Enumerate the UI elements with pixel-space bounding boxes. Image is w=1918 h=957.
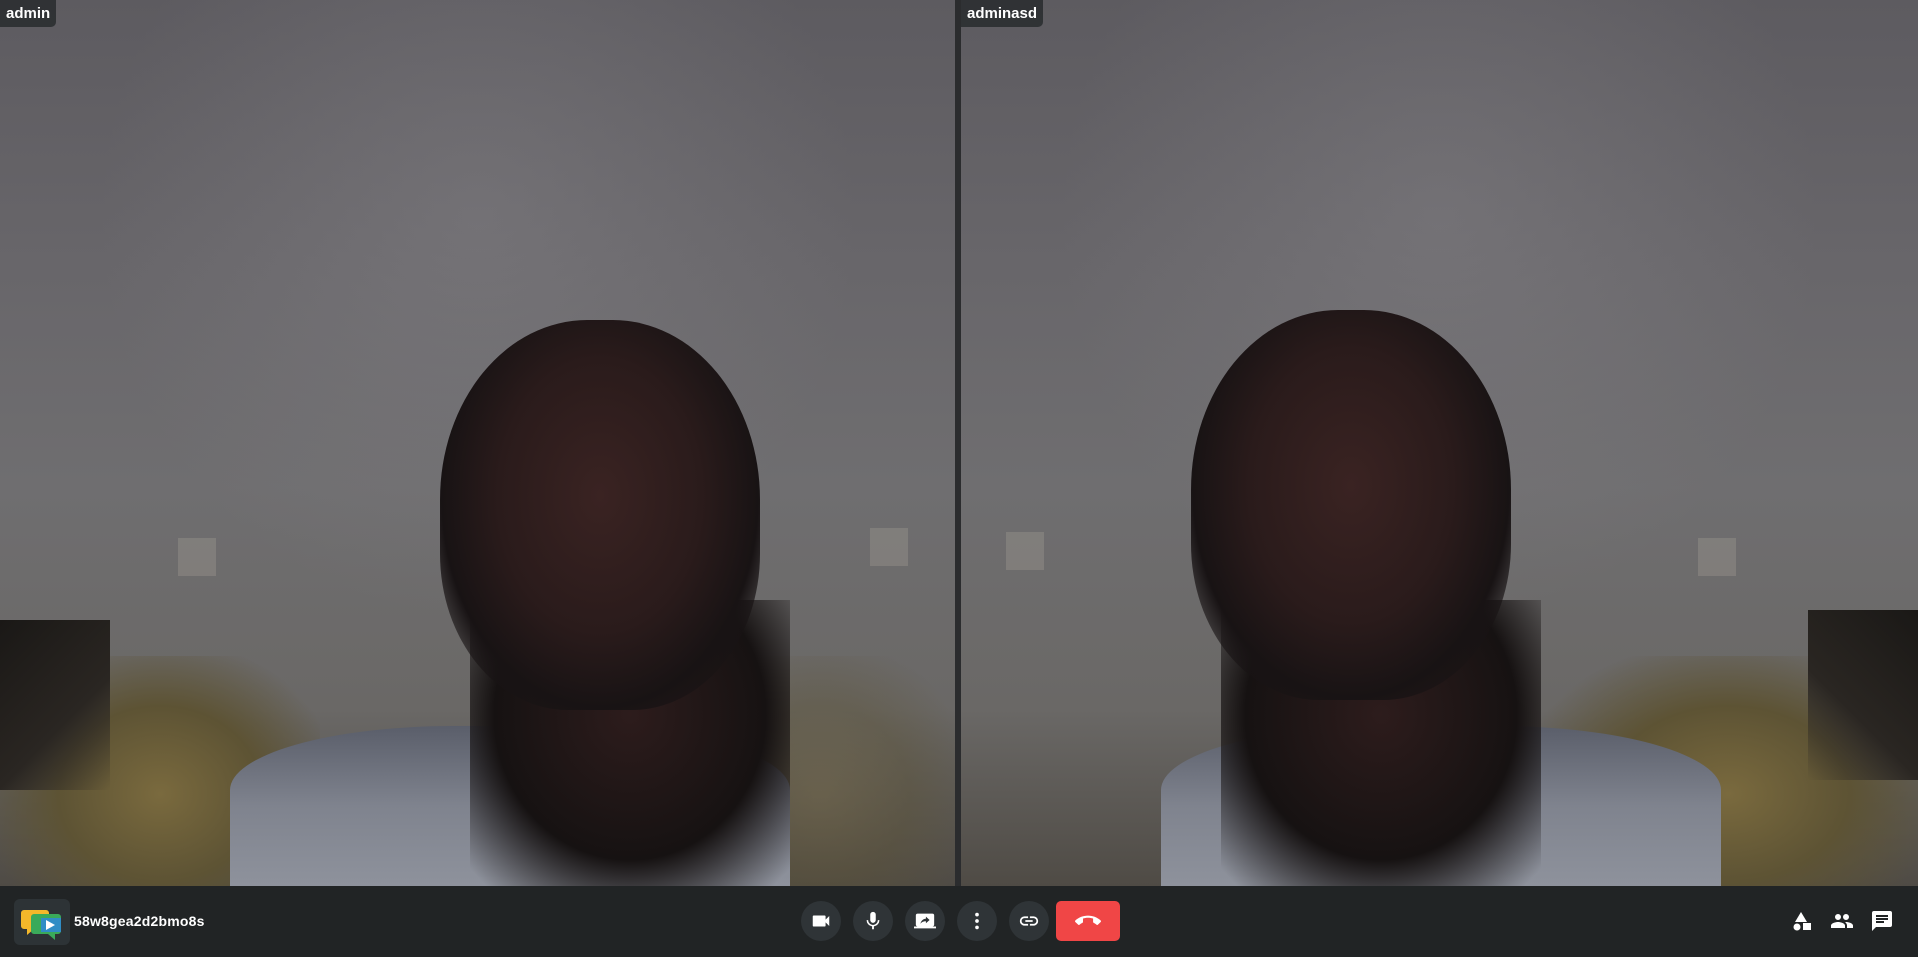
meeting-toolbar: 58w8gea2d2bmo8s — [0, 886, 1918, 957]
video-background — [1808, 610, 1918, 780]
video-background — [870, 528, 908, 566]
toggle-microphone-button[interactable] — [853, 901, 893, 941]
microphone-icon — [866, 911, 880, 930]
participant-video-adminasd[interactable]: adminasd — [961, 0, 1918, 886]
video-background — [1698, 538, 1736, 576]
video-background — [0, 620, 110, 790]
participants-icon — [1831, 914, 1853, 928]
whiteboard-button[interactable] — [1785, 904, 1819, 938]
screen-share-icon — [914, 913, 936, 929]
end-call-button[interactable] — [1056, 901, 1120, 941]
invite-link-icon — [1019, 916, 1039, 926]
video-grid: admin adminasd — [0, 0, 1918, 886]
participant-name-tag: adminasd — [961, 0, 1044, 27]
more-options-button[interactable] — [957, 901, 997, 941]
copy-invite-link-button[interactable] — [1009, 901, 1049, 941]
video-background — [178, 538, 216, 576]
video-background — [1191, 310, 1511, 700]
participants-button[interactable] — [1825, 904, 1859, 938]
chat-icon — [1872, 911, 1892, 931]
toggle-camera-button[interactable] — [801, 901, 841, 941]
video-background — [1006, 532, 1044, 570]
meeting-id: 58w8gea2d2bmo8s — [74, 913, 205, 929]
participant-name-tag: admin — [0, 0, 57, 27]
video-background — [440, 320, 760, 710]
participant-video-admin[interactable]: admin — [0, 0, 955, 886]
chat-button[interactable] — [1865, 904, 1899, 938]
app-logo-icon — [14, 899, 70, 945]
whiteboard-shapes-icon — [1793, 912, 1811, 931]
screen-share-button[interactable] — [905, 901, 945, 941]
hang-up-icon — [1075, 915, 1101, 926]
video-camera-icon — [812, 915, 830, 927]
more-options-icon — [975, 912, 979, 930]
